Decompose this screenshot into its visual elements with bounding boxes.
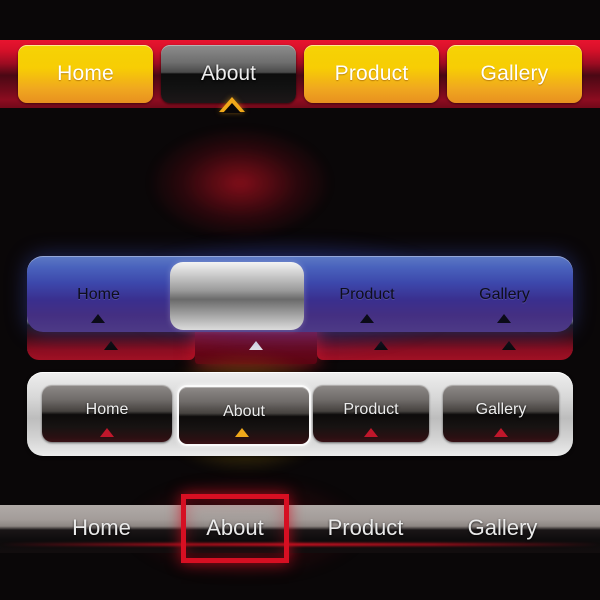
nav4-label-product: Product (343, 400, 399, 418)
navbar5-accent-line (0, 543, 600, 546)
nav1-label-product: Product (334, 62, 409, 85)
nav1-label-gallery: Gallery (480, 62, 549, 85)
nav1-active-pointer-inner-icon (223, 103, 241, 113)
nav4-pointer-about-triangle-icon (235, 428, 249, 437)
nav2-pointer-gallery-triangle-icon (502, 341, 516, 350)
nav3-pointer-gallery-triangle-icon (497, 314, 511, 323)
nav3-label-gallery[interactable]: Gallery (436, 286, 573, 304)
nav1-item-home[interactable]: Home (18, 45, 153, 103)
nav3-label-home[interactable]: Home (27, 286, 170, 304)
nav5-label-product[interactable]: Product (298, 515, 433, 541)
nav4-pointer-product-triangle-icon (364, 428, 378, 437)
nav4-label-gallery: Gallery (475, 400, 527, 418)
navbar-silver-red: Home About Product Gallery (0, 140, 600, 364)
nav5-selection-box[interactable] (181, 494, 289, 563)
nav3-label-product[interactable]: Product (298, 286, 436, 304)
nav3-pointer-home-triangle-icon (91, 314, 105, 323)
nav4-pointer-gallery-triangle-icon (494, 428, 508, 437)
nav4-pointer-home-triangle-icon (100, 428, 114, 437)
nav1-item-about[interactable]: About (161, 45, 296, 103)
nav3-pointer-product-triangle-icon (360, 314, 374, 323)
nav1-label-about: About (201, 62, 256, 85)
nav1-item-product[interactable]: Product (304, 45, 439, 103)
nav1-label-home: Home (57, 62, 114, 85)
menu-kit-canvas: Home About Product Gallery Home About Pr… (0, 0, 600, 600)
nav3-item-about-outline[interactable] (170, 262, 304, 330)
nav1-item-gallery[interactable]: Gallery (447, 45, 582, 103)
nav4-label-home: Home (85, 400, 129, 418)
nav2-pointer-home-triangle-icon (104, 341, 118, 350)
nav5-label-home[interactable]: Home (34, 515, 169, 541)
nav4-label-about: About (223, 402, 265, 420)
nav5-label-gallery[interactable]: Gallery (435, 515, 570, 541)
navbar-yellow-items: Home About Product Gallery (0, 45, 600, 103)
